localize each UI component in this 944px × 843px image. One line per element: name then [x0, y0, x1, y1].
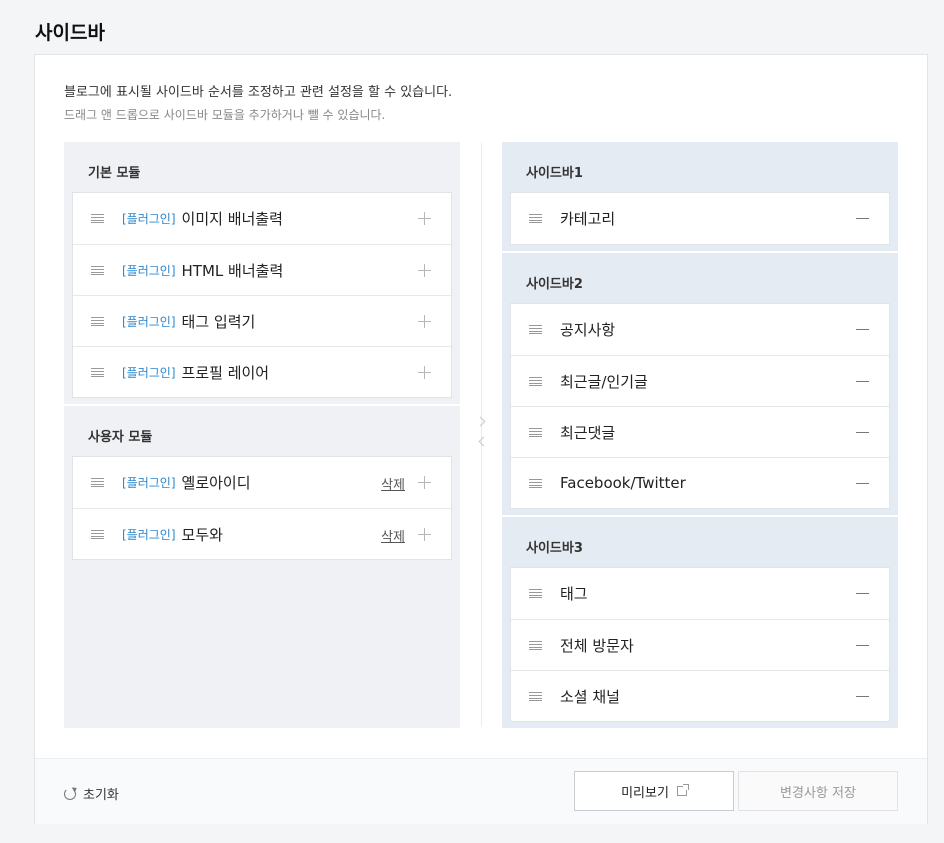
sidebar-item[interactable]: 소셜 채널 [511, 670, 889, 721]
module-name: 프로필 레이어 [181, 363, 270, 382]
sidebar3-title: 사이드바3 [526, 541, 583, 556]
sidebar-item-name: 최근댓글 [560, 423, 616, 442]
user-modules-title: 사용자 모듈 [88, 430, 153, 445]
sidebar1-title: 사이드바1 [526, 166, 583, 181]
user-modules-list: [플러그인] 옐로아이디 삭제 [플러그인] 모두와 삭제 [72, 456, 452, 560]
description-sub: 드래그 앤 드롭으로 사이드바 모듈을 추가하거나 뺄 수 있습니다. [64, 108, 386, 122]
drag-handle-icon[interactable] [529, 376, 542, 386]
minus-icon[interactable] [856, 483, 869, 484]
drag-handle-icon[interactable] [91, 529, 104, 539]
sidebar3-panel: 사이드바3 태그 전체 방문자 소셜 채널 [502, 517, 898, 728]
description-main: 블로그에 표시될 사이드바 순서를 조정하고 관련 설정을 할 수 있습니다. [64, 85, 453, 100]
sidebar2-title: 사이드바2 [526, 277, 583, 292]
module-item[interactable]: [플러그인] 이미지 배너출력 [73, 193, 451, 244]
sidebar-item-name: 최근글/인기글 [560, 372, 648, 391]
sidebar3-list: 태그 전체 방문자 소셜 채널 [510, 567, 890, 722]
basic-modules-panel: 기본 모듈 [플러그인] 이미지 배너출력 [플러그인] HTML 배너출력 [… [64, 142, 460, 404]
drag-handle-icon[interactable] [91, 265, 104, 275]
minus-icon[interactable] [856, 218, 869, 219]
reset-button[interactable]: 초기화 [64, 784, 119, 803]
sidebar-item-name: 소셜 채널 [560, 687, 620, 706]
plus-icon[interactable] [418, 366, 431, 379]
reset-label: 초기화 [83, 788, 119, 803]
sidebar-item-name: 태그 [560, 585, 588, 603]
save-changes-button[interactable]: 변경사항 저장 [738, 771, 898, 811]
sidebar-item[interactable]: Facebook/Twitter [511, 457, 889, 508]
sidebar-item[interactable]: 최근글/인기글 [511, 355, 889, 406]
chevron-left-icon [478, 436, 489, 447]
drag-handle-icon[interactable] [529, 589, 542, 598]
plus-icon[interactable] [418, 315, 431, 328]
sidebar-settings-card: 블로그에 표시될 사이드바 순서를 조정하고 관련 설정을 할 수 있습니다. … [34, 54, 928, 824]
plus-icon[interactable] [418, 528, 431, 541]
module-name: HTML 배너출력 [181, 261, 284, 280]
plus-icon[interactable] [418, 476, 431, 489]
sidebar-item[interactable]: 카테고리 [511, 193, 889, 244]
module-item[interactable]: [플러그인] 프로필 레이어 [73, 346, 451, 397]
module-item[interactable]: [플러그인] 옐로아이디 삭제 [73, 457, 451, 508]
external-link-icon [676, 784, 689, 796]
sidebar-item-name: Facebook/Twitter [560, 474, 686, 492]
sidebar-item[interactable]: 전체 방문자 [511, 619, 889, 670]
module-item[interactable]: [플러그인] 태그 입력기 [73, 295, 451, 346]
drag-handle-icon[interactable] [91, 214, 104, 223]
plugin-tag: [플러그인] [122, 212, 176, 226]
description: 블로그에 표시될 사이드바 순서를 조정하고 관련 설정을 할 수 있습니다. … [64, 81, 452, 123]
plus-icon[interactable] [418, 212, 431, 225]
minus-icon[interactable] [856, 593, 869, 594]
drag-handle-icon[interactable] [529, 214, 542, 223]
sidebar2-list: 공지사항 최근글/인기글 최근댓글 Facebook/Twitter [510, 303, 890, 509]
drag-handle-icon[interactable] [91, 367, 104, 377]
sidebar-item-name: 공지사항 [560, 321, 616, 339]
module-name: 모두와 [181, 525, 223, 544]
module-name: 태그 입력기 [181, 312, 256, 331]
plus-icon[interactable] [418, 264, 431, 277]
plugin-tag: [플러그인] [122, 314, 176, 329]
sidebar-item[interactable]: 공지사항 [511, 304, 889, 355]
drag-handle-icon[interactable] [91, 478, 104, 487]
move-arrows [475, 415, 489, 449]
minus-icon[interactable] [856, 645, 869, 646]
drag-handle-icon[interactable] [529, 427, 542, 437]
minus-icon[interactable] [856, 381, 869, 382]
chevron-right-icon [475, 416, 486, 427]
sidebar1-list: 카테고리 [510, 192, 890, 245]
page-title: 사이드바 [35, 22, 105, 44]
sidebar-item-name: 카테고리 [560, 210, 616, 228]
sidebar-item[interactable]: 태그 [511, 568, 889, 619]
module-name: 옐로아이디 [181, 474, 251, 492]
sidebar-item[interactable]: 최근댓글 [511, 406, 889, 457]
module-item[interactable]: [플러그인] 모두와 삭제 [73, 508, 451, 559]
module-name: 이미지 배너출력 [181, 210, 283, 228]
preview-button[interactable]: 미리보기 [574, 771, 734, 811]
plugin-tag: [플러그인] [122, 476, 176, 490]
drag-handle-icon[interactable] [91, 316, 104, 326]
plugin-tag: [플러그인] [122, 263, 176, 278]
sidebar-item-name: 전체 방문자 [560, 636, 634, 655]
basic-modules-list: [플러그인] 이미지 배너출력 [플러그인] HTML 배너출력 [플러그인] … [72, 192, 452, 398]
plugin-tag: [플러그인] [122, 527, 176, 542]
drag-handle-icon[interactable] [529, 325, 542, 334]
delete-link[interactable]: 삭제 [381, 474, 405, 493]
delete-link[interactable]: 삭제 [381, 526, 405, 545]
plugin-tag: [플러그인] [122, 365, 176, 380]
basic-modules-title: 기본 모듈 [88, 166, 141, 181]
refresh-icon [64, 787, 76, 800]
minus-icon[interactable] [856, 329, 869, 330]
save-label: 변경사항 저장 [780, 785, 856, 801]
preview-label: 미리보기 [621, 785, 669, 801]
drag-handle-icon[interactable] [529, 640, 542, 650]
sidebar2-panel: 사이드바2 공지사항 최근글/인기글 최근댓글 Facebook/Twitter [502, 253, 898, 515]
drag-handle-icon[interactable] [529, 478, 542, 488]
user-modules-panel: 사용자 모듈 [플러그인] 옐로아이디 삭제 [플러그인] 모두와 삭제 [64, 406, 460, 728]
sidebar1-panel: 사이드바1 카테고리 [502, 142, 898, 251]
footer-bar: 초기화 미리보기 변경사항 저장 [35, 758, 927, 824]
minus-icon[interactable] [856, 696, 869, 697]
minus-icon[interactable] [856, 432, 869, 433]
module-item[interactable]: [플러그인] HTML 배너출력 [73, 244, 451, 295]
drag-handle-icon[interactable] [529, 691, 542, 701]
